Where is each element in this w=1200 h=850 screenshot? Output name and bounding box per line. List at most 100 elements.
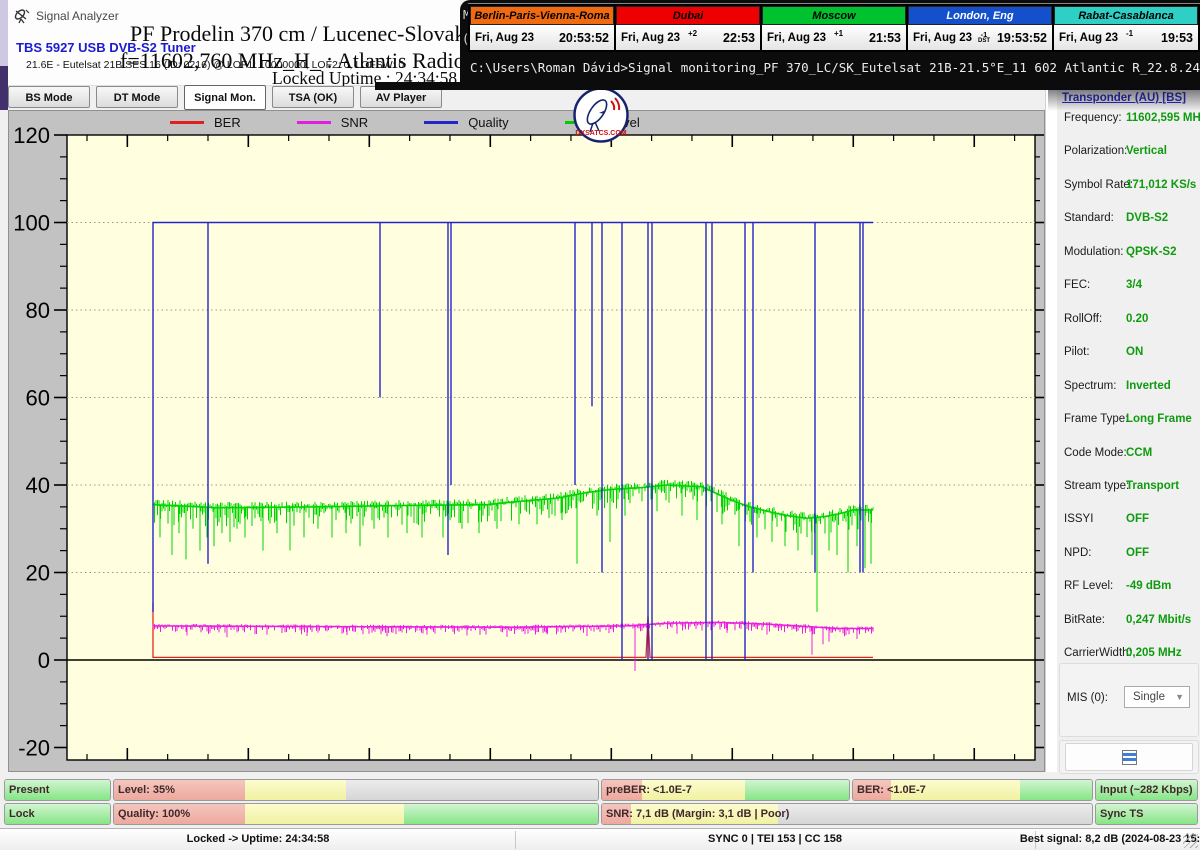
transponder-row-value: QPSK-S2	[1126, 246, 1177, 258]
transponder-row-label: NPD:	[1064, 547, 1091, 559]
indicator-ber: BER: <1.0E-7	[852, 779, 1093, 801]
console-bottom-edge	[375, 82, 1200, 90]
tab-tsa-ok-[interactable]: TSA (OK)	[272, 86, 354, 108]
window-title: Signal Analyzer	[36, 9, 119, 23]
bar-segment-green	[404, 804, 598, 824]
clock-date: Fri, Aug 23	[1059, 32, 1118, 44]
transponder-row-value: Long Frame	[1126, 413, 1192, 425]
transponder-row-value: OFF	[1126, 547, 1149, 559]
tab-bs-mode[interactable]: BS Mode	[8, 86, 90, 108]
transponder-row-label: Standard:	[1064, 212, 1114, 224]
clock-time-value: 21:53	[869, 31, 901, 45]
legend-label: SNR	[341, 115, 368, 130]
transponder-row: Symbol Rate:171,012 KS/s	[1064, 179, 1196, 195]
y-tick-label: 80	[26, 298, 50, 323]
ts-record-button[interactable]	[1065, 743, 1193, 771]
indicator-snr: SNR: 7,1 dB (Margin: 3,1 dB | Poor)	[601, 803, 1093, 825]
clock-time-row: Fri, Aug 23-1DST19:53:52	[908, 25, 1052, 50]
clock-utc-offset: -1DST	[978, 32, 990, 44]
transponder-title: Transponder (AU) [BS]	[1062, 92, 1186, 104]
bar-segment-yellow	[245, 780, 347, 800]
transponder-row: RF Level: -49 dBm	[1064, 580, 1196, 596]
transponder-row: NPD: OFF	[1064, 547, 1196, 563]
transponder-row-label: Pilot:	[1064, 346, 1090, 358]
legend-label: BER	[214, 115, 241, 130]
transponder-row-value: Vertical	[1126, 145, 1167, 157]
clock-time-row: Fri, Aug 23-119:53	[1054, 25, 1198, 50]
stripes-icon	[1122, 750, 1137, 765]
clock-utc-offset: +2	[688, 29, 697, 38]
transponder-row-label: RollOff:	[1064, 313, 1102, 325]
bar-label: SNR: 7,1 dB (Margin: 3,1 dB | Poor)	[606, 804, 789, 824]
tab-dt-mode[interactable]: DT Mode	[96, 86, 178, 108]
transponder-row-value: 3/4	[1126, 279, 1142, 291]
transponder-row-label: FEC:	[1064, 279, 1090, 291]
clock-date: Fri, Aug 23	[621, 32, 680, 44]
transponder-row-label: Stream type:	[1064, 480, 1129, 492]
mis-dropdown[interactable]: Single ▼	[1124, 686, 1190, 708]
transponder-row-value: 0,205 MHz	[1126, 647, 1182, 659]
transponder-row-value: CCM	[1126, 447, 1152, 459]
clock-time-value: 20:53:52	[559, 31, 609, 45]
console-prompt-line: C:\Users\Roman Dávid>Signal monitoring_P…	[470, 60, 1200, 75]
y-tick-label: 100	[13, 211, 50, 236]
transponder-row: Pilot:ON	[1064, 346, 1196, 362]
transponder-row-label: ISSYI	[1064, 513, 1093, 525]
signal-chart: 120100806040200-20	[8, 110, 1045, 772]
dxsatcs-logo: DXSATCS.COM	[573, 87, 629, 143]
statusbar-uptime: Locked -> Uptime: 24:34:58	[187, 833, 330, 845]
transponder-row: Code Mode:CCM	[1064, 447, 1196, 463]
transponder-row-value: 11602,595 MHz	[1126, 112, 1200, 124]
indicator-input-282-kbps-: Input (~282 Kbps)	[1095, 779, 1198, 801]
y-tick-label: 20	[26, 561, 50, 586]
transponder-row: Modulation:QPSK-S2	[1064, 246, 1196, 262]
indicator-sync-ts: Sync TS	[1095, 803, 1198, 825]
transponder-row-label: Code Mode:	[1064, 447, 1127, 459]
clock-panel-dubai: DubaiFri, Aug 23+222:53	[616, 6, 760, 50]
transponder-row-label: BitRate:	[1064, 614, 1105, 626]
legend-item-quality: Quality	[424, 115, 508, 130]
bar-label: Quality: 100%	[118, 804, 190, 824]
transponder-row-value: Transport	[1126, 480, 1179, 492]
bar-label: Input (~282 Kbps)	[1100, 780, 1193, 800]
mis-label: MIS (0):	[1067, 692, 1108, 704]
transponder-row-label: Modulation:	[1064, 246, 1123, 258]
clock-time-value: 19:53	[1161, 31, 1193, 45]
clock-date: Fri, Aug 23	[767, 32, 826, 44]
bar-segment-green	[745, 780, 849, 800]
statusbar-divider	[515, 831, 516, 849]
clock-time-row: Fri, Aug 23+222:53	[616, 25, 760, 50]
transponder-row-label: Symbol Rate:	[1064, 179, 1133, 191]
clock-city-label: Berlin-Paris-Vienna-Roma	[470, 6, 614, 25]
clock-city-label: London, Eng	[908, 6, 1052, 25]
indicator-preber: preBER: <1.0E-7	[601, 779, 850, 801]
logo-text: DXSATCS.COM	[575, 130, 626, 137]
clock-city-label: Dubai	[616, 6, 760, 25]
clock-time-row: Fri, Aug 2320:53:52	[470, 25, 614, 50]
transponder-row-label: Frequency:	[1064, 112, 1122, 124]
tab-signal-mon-[interactable]: Signal Mon.	[184, 85, 266, 110]
chart-legend: BERSNRQualityLevel	[8, 110, 1045, 135]
transponder-row-label: Spectrum:	[1064, 380, 1116, 392]
indicator-level: Level: 35%	[113, 779, 599, 801]
bar-segment-gray	[778, 804, 1092, 824]
clock-utc-offset: +1	[834, 29, 843, 38]
transponder-row: Frequency:11602,595 MHz	[1064, 112, 1196, 128]
bar-label: preBER: <1.0E-7	[606, 780, 692, 800]
legend-item-ber: BER	[170, 115, 241, 130]
clock-panel-moscow: Moscow Fri, Aug 23 +1 21:53	[762, 6, 906, 50]
clock-panel-berlin-paris-vienna-roma: Berlin-Paris-Vienna-RomaFri, Aug 2320:53…	[470, 6, 614, 50]
transponder-row-label: RF Level:	[1064, 580, 1113, 592]
bar-label: BER: <1.0E-7	[857, 780, 926, 800]
transponder-row-label: CarrierWidth:	[1064, 647, 1132, 659]
status-bar: Locked -> Uptime: 24:34:58 SYNC 0 | TEI …	[0, 828, 1200, 850]
transponder-row-value: OFF	[1126, 513, 1149, 525]
transponder-row-value: -49 dBm	[1126, 580, 1171, 592]
transponder-row-value: 0,247 Mbit/s	[1126, 614, 1191, 626]
resize-grip[interactable]	[1183, 833, 1198, 848]
clock-city-label: Moscow	[762, 6, 906, 25]
bar-segments	[114, 780, 598, 800]
clock-time-row: Fri, Aug 23 +1 21:53	[762, 25, 906, 50]
y-tick-label: -20	[18, 736, 50, 761]
chevron-down-icon: ▼	[1175, 692, 1184, 702]
